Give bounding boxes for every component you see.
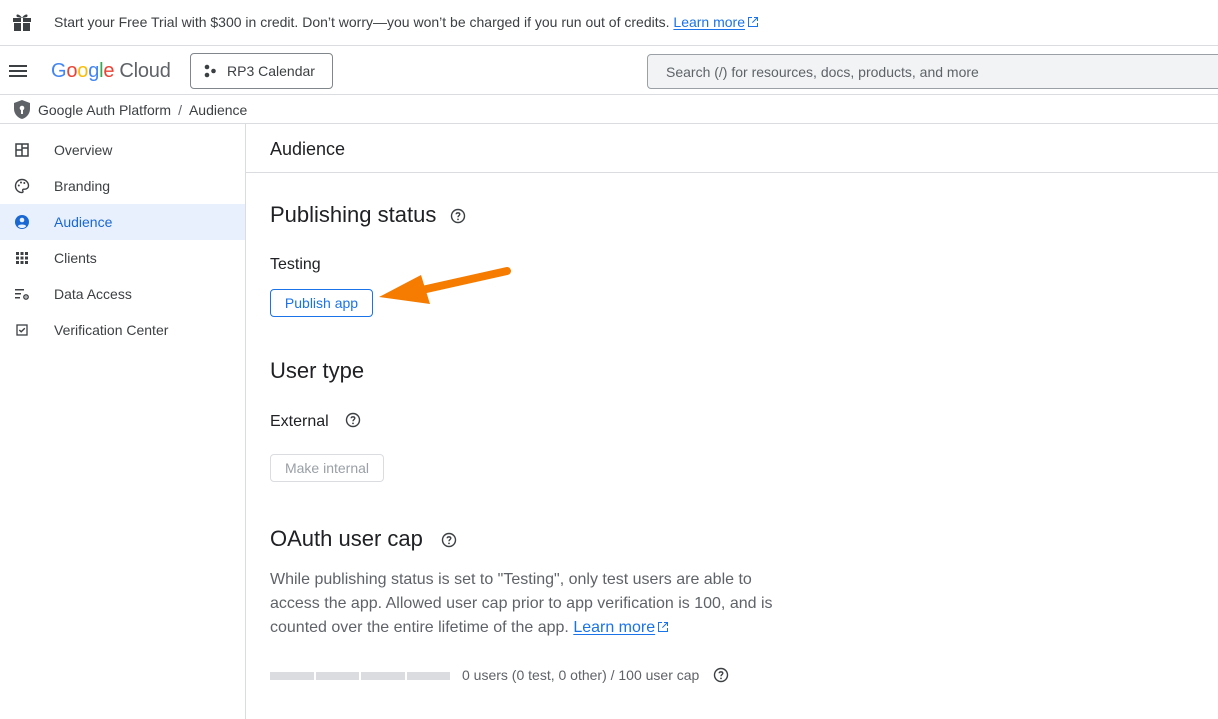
- sidebar-item-branding[interactable]: Branding: [0, 168, 245, 204]
- banner-learn-more-link[interactable]: Learn more: [673, 14, 759, 30]
- sidebar-item-label: Data Access: [54, 286, 132, 302]
- free-trial-banner: Start your Free Trial with $300 in credi…: [0, 0, 1218, 46]
- oauth-learn-more-link[interactable]: Learn more: [573, 619, 669, 636]
- sidebar-item-audience[interactable]: Audience: [0, 204, 245, 240]
- project-name: RP3 Calendar: [227, 63, 315, 79]
- user-cap-progress-bar: [270, 672, 450, 680]
- breadcrumb-root[interactable]: Google Auth Platform: [38, 102, 171, 118]
- external-link-icon: [658, 622, 669, 632]
- user-cap-usage: 0 users (0 test, 0 other) / 100 user cap: [462, 667, 729, 683]
- sidebar-item-verification-center[interactable]: Verification Center: [0, 312, 245, 348]
- project-nodes-icon: [204, 64, 216, 78]
- gift-icon: [13, 14, 31, 31]
- sidebar-item-overview[interactable]: Overview: [0, 132, 245, 168]
- oauth-user-cap-heading: OAuth user cap: [270, 526, 457, 552]
- progress-segment: [315, 672, 359, 680]
- page-title: Audience: [270, 139, 346, 159]
- breadcrumb-separator: /: [178, 102, 182, 118]
- publishing-status-heading: Publishing status: [270, 202, 466, 228]
- account-circle-icon: [15, 215, 29, 229]
- publishing-status-value: Testing: [270, 256, 321, 273]
- breadcrumb-current: Audience: [188, 102, 248, 118]
- main-content: Audience Publishing status Testing Publi…: [246, 124, 1218, 719]
- sidebar-item-data-access[interactable]: Data Access: [0, 276, 245, 312]
- sidebar-item-label: Branding: [54, 178, 111, 194]
- google-cloud-logo[interactable]: Google Cloud: [51, 60, 171, 83]
- banner-message: Start your Free Trial with $300 in credi…: [54, 14, 670, 30]
- breadcrumb: Google Auth Platform / Audience: [0, 96, 1218, 124]
- title-divider: [246, 172, 1218, 173]
- publish-app-button[interactable]: Publish app: [270, 289, 373, 317]
- help-icon[interactable]: [713, 667, 729, 683]
- top-bar: Google Cloud RP3 Calendar: [0, 47, 1218, 95]
- help-icon[interactable]: [450, 208, 466, 224]
- oauth-user-cap-description: While publishing status is set to "Testi…: [270, 571, 773, 636]
- make-internal-button[interactable]: Make internal: [270, 454, 384, 482]
- search-box[interactable]: [647, 54, 1218, 89]
- sidebar: Overview Branding Audience Clients Data …: [0, 124, 246, 719]
- sidebar-item-label: Clients: [54, 250, 97, 266]
- checkbox-icon: [16, 324, 28, 336]
- apps-grid-icon: [16, 252, 28, 264]
- user-type-heading: User type: [270, 358, 365, 383]
- project-picker-button[interactable]: RP3 Calendar: [190, 53, 333, 89]
- list-settings-icon: [15, 289, 29, 300]
- search-input[interactable]: [648, 55, 1218, 88]
- shield-icon: [14, 100, 30, 119]
- progress-segment: [406, 672, 450, 680]
- dashboard-icon: [15, 143, 29, 157]
- user-type-value: External: [270, 413, 329, 430]
- hamburger-menu-icon[interactable]: [8, 61, 28, 81]
- external-link-icon: [748, 17, 758, 27]
- sidebar-item-label: Overview: [54, 142, 113, 158]
- user-type-row: External: [270, 412, 361, 431]
- progress-segment: [270, 672, 314, 680]
- banner-text: Start your Free Trial with $300 in credi…: [54, 14, 759, 30]
- palette-icon: [14, 178, 30, 194]
- help-icon[interactable]: [345, 412, 361, 428]
- sidebar-item-clients[interactable]: Clients: [0, 240, 245, 276]
- help-icon[interactable]: [441, 532, 457, 548]
- sidebar-item-label: Verification Center: [54, 322, 169, 338]
- progress-segment: [361, 672, 405, 680]
- sidebar-item-label: Audience: [54, 214, 113, 230]
